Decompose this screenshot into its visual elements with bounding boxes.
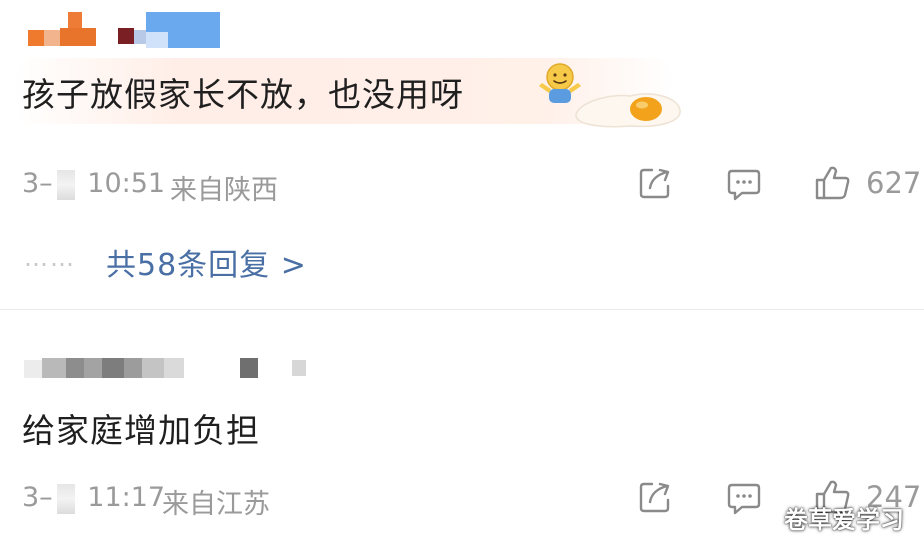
date-blurred — [56, 169, 75, 200]
comment-text: 孩子放假家长不放，也没用呀 — [22, 75, 464, 114]
comment-time: 3– 11:17 — [22, 482, 165, 514]
comment-time: 3– 10:51 — [22, 168, 165, 200]
time-value: 10:51 — [87, 168, 166, 199]
watermark: 卷草爱学习 — [784, 506, 904, 534]
fried-egg-sticker-icon — [572, 84, 684, 130]
replies-dots: …… — [24, 244, 76, 272]
share-icon[interactable] — [638, 480, 672, 514]
like-icon[interactable] — [814, 164, 852, 202]
username-blurred[interactable] — [24, 352, 324, 382]
date-blurred — [56, 483, 75, 514]
comment-icon[interactable] — [726, 482, 762, 516]
comment-location: 来自陕西 — [170, 175, 278, 206]
time-prefix: 3– — [22, 482, 53, 513]
view-replies-link[interactable]: 共58条回复 > — [106, 240, 307, 284]
comment-icon[interactable] — [726, 168, 762, 202]
time-value: 11:17 — [87, 482, 166, 513]
comment-divider — [0, 309, 924, 310]
time-prefix: 3– — [22, 168, 53, 199]
like-count: 627 — [866, 166, 922, 200]
username-blurred[interactable] — [24, 8, 234, 48]
share-icon[interactable] — [638, 166, 672, 200]
comment-location: 来自江苏 — [162, 489, 270, 520]
comment-text: 给家庭增加负担 — [22, 411, 260, 450]
